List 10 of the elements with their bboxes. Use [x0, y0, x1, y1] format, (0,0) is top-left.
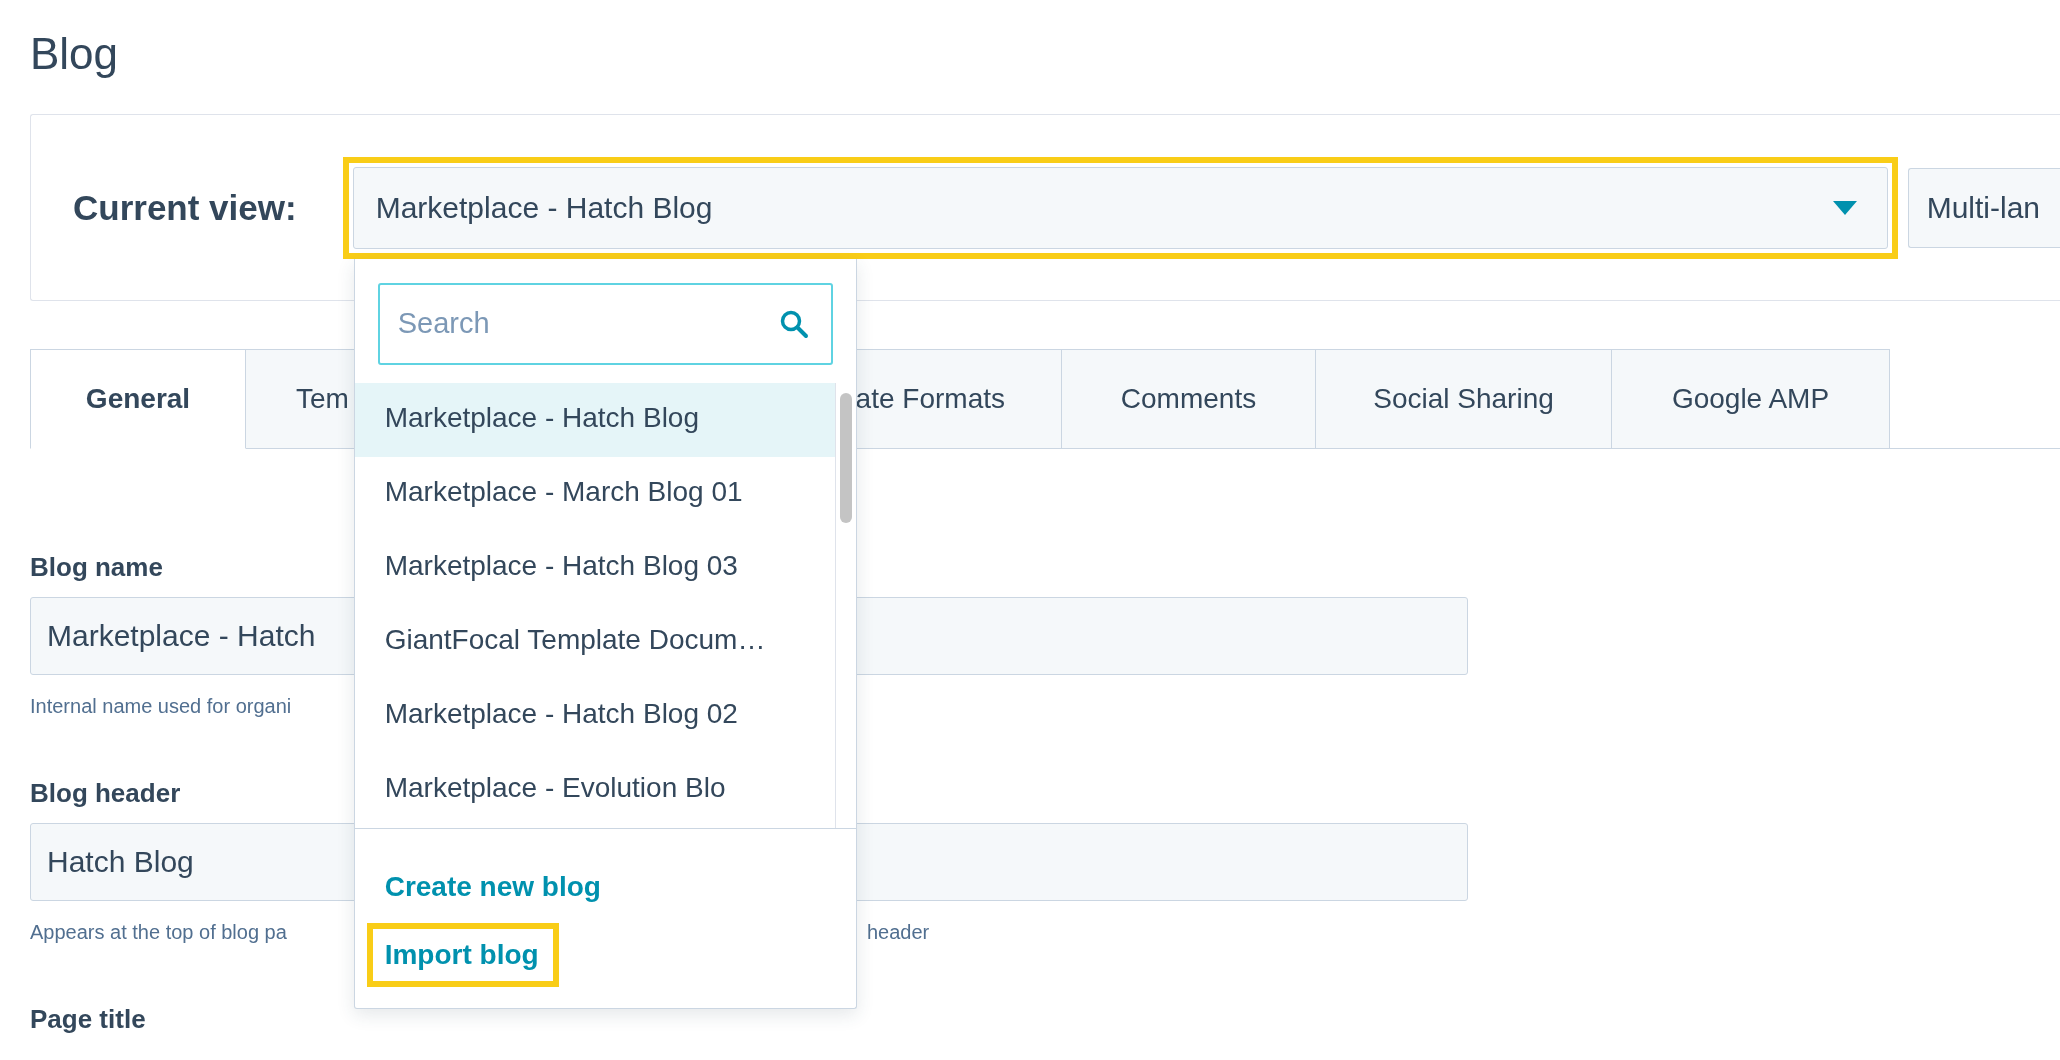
help-text: Appears at the top of blog pa — [30, 921, 288, 944]
field-value: Marketplace - Hatch — [47, 619, 317, 653]
help-text: header — [867, 921, 931, 944]
view-label: Current view: — [73, 187, 297, 228]
page-title: Blog — [30, 28, 120, 80]
field-label: Blog header — [30, 778, 181, 809]
field-value: Hatch Blog — [47, 845, 195, 879]
field-label: Blog name — [30, 552, 163, 583]
field-label: Page title — [30, 1004, 146, 1035]
help-text: Internal name used for organi — [30, 695, 293, 718]
